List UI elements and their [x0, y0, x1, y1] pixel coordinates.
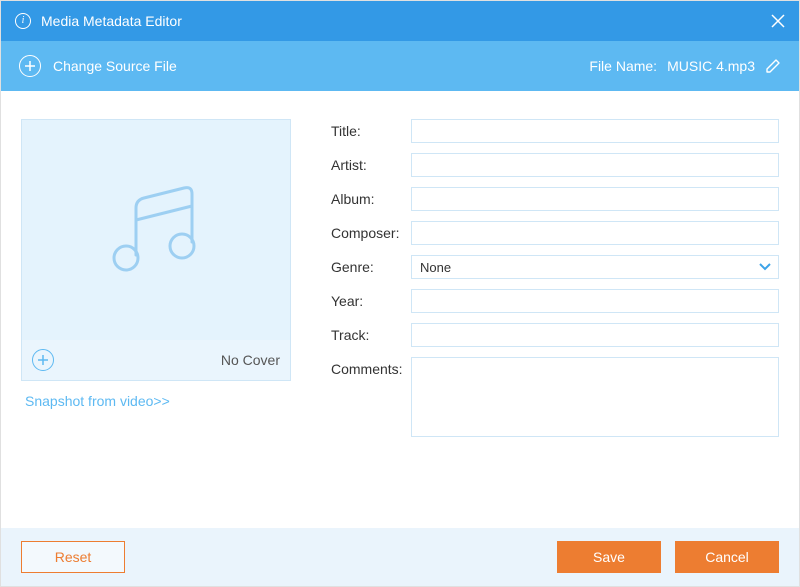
cover-column: No Cover Snapshot from video>> — [21, 119, 291, 518]
artist-label: Artist: — [331, 153, 411, 177]
cover-panel: No Cover — [21, 119, 291, 381]
artist-input[interactable] — [411, 153, 779, 177]
snapshot-from-video-link[interactable]: Snapshot from video>> — [21, 393, 291, 409]
comments-input[interactable] — [411, 357, 779, 437]
cancel-button[interactable]: Cancel — [675, 541, 779, 573]
titlebar: i Media Metadata Editor — [1, 1, 799, 41]
track-input[interactable] — [411, 323, 779, 347]
change-source-button[interactable]: Change Source File — [19, 55, 177, 77]
album-label: Album: — [331, 187, 411, 211]
composer-input[interactable] — [411, 221, 779, 245]
year-input[interactable] — [411, 289, 779, 313]
info-icon: i — [15, 13, 31, 29]
reset-button[interactable]: Reset — [21, 541, 125, 573]
save-button[interactable]: Save — [557, 541, 661, 573]
close-icon — [771, 14, 785, 28]
title-input[interactable] — [411, 119, 779, 143]
footer: Reset Save Cancel — [1, 528, 799, 586]
music-note-icon — [96, 170, 216, 290]
comments-label: Comments: — [331, 357, 411, 381]
composer-label: Composer: — [331, 221, 411, 245]
app-title: Media Metadata Editor — [41, 13, 182, 29]
metadata-form: Title: Artist: Album: Composer: Genre: — [331, 119, 779, 518]
no-cover-label: No Cover — [221, 352, 280, 368]
change-source-label: Change Source File — [53, 58, 177, 74]
file-name-label: File Name: — [589, 58, 657, 74]
year-label: Year: — [331, 289, 411, 313]
title-label: Title: — [331, 119, 411, 143]
track-label: Track: — [331, 323, 411, 347]
app-window: i Media Metadata Editor Change Source Fi… — [0, 0, 800, 587]
file-name-value: MUSIC 4.mp3 — [667, 58, 755, 74]
genre-label: Genre: — [331, 255, 411, 279]
edit-filename-button[interactable] — [765, 58, 781, 74]
toolbar: Change Source File File Name: MUSIC 4.mp… — [1, 41, 799, 91]
plus-circle-icon — [19, 55, 41, 77]
pencil-icon — [765, 58, 781, 74]
cover-bar: No Cover — [22, 340, 290, 380]
plus-icon — [38, 355, 48, 365]
album-input[interactable] — [411, 187, 779, 211]
cover-placeholder — [22, 120, 290, 340]
genre-select[interactable] — [411, 255, 779, 279]
close-button[interactable] — [771, 14, 785, 28]
genre-value[interactable] — [411, 255, 779, 279]
main-content: No Cover Snapshot from video>> Title: Ar… — [1, 91, 799, 528]
add-cover-button[interactable] — [32, 349, 54, 371]
